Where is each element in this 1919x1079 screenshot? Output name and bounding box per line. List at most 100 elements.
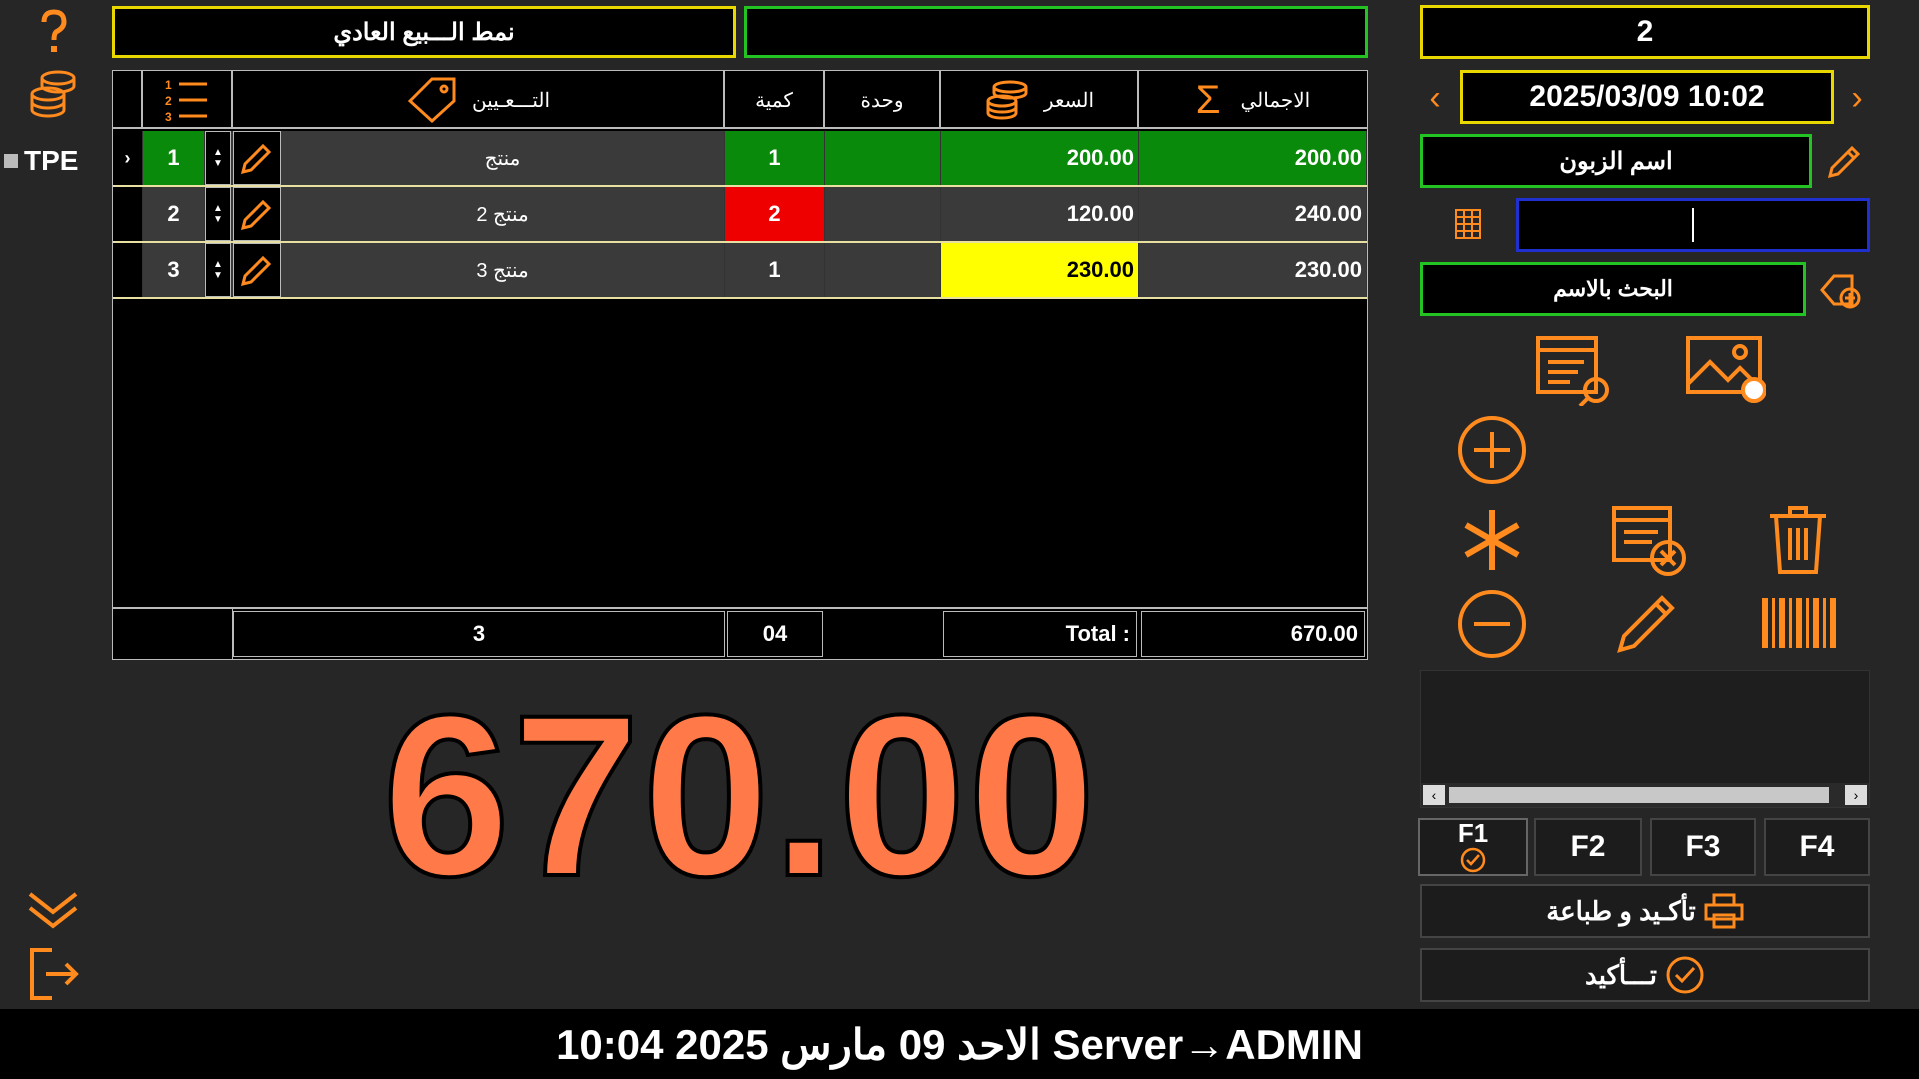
confirm-print-label: تأكـيد و طباعة — [1546, 895, 1696, 926]
tpe-checkbox[interactable] — [4, 154, 18, 168]
header-total-label: الاجمالي — [1240, 89, 1311, 112]
row-designation: منتج 2 — [281, 187, 725, 241]
minus-circle-icon[interactable] — [1456, 588, 1528, 660]
fkey-f3-label: F3 — [1685, 830, 1721, 863]
coins-icon — [986, 80, 1028, 120]
horizontal-scrollbar[interactable]: ‹ › — [1421, 783, 1869, 807]
printer-icon — [1704, 893, 1744, 929]
row-edit-button[interactable] — [233, 243, 281, 297]
tpe-toggle[interactable]: TPE — [4, 145, 78, 176]
footer-total-label: Total : — [943, 611, 1137, 657]
table-row[interactable]: 3 ▲ ▼ منتج 3 1 230.00 230.00 — [113, 243, 1367, 299]
row-edit-button[interactable] — [233, 131, 281, 185]
sigma-icon: Σ — [1195, 77, 1221, 122]
fkey-f1-label: F1 — [1457, 818, 1489, 848]
scroll-thumb[interactable] — [1449, 787, 1829, 803]
search-list-icon[interactable] — [1534, 334, 1614, 406]
row-price[interactable]: 230.00 — [941, 243, 1139, 297]
help-icon[interactable] — [34, 8, 74, 56]
svg-text:3: 3 — [165, 110, 172, 124]
row-price[interactable]: 200.00 — [941, 131, 1139, 185]
footer-qty-sum: 04 — [727, 611, 823, 657]
order-table[interactable]: 123 التـــعـيين كمية وحدة السعر Σ الاجما… — [112, 70, 1368, 660]
stepper-down-icon[interactable]: ▼ — [213, 270, 223, 281]
row-qty[interactable]: 1 — [725, 131, 825, 185]
svg-text:1: 1 — [165, 78, 172, 92]
row-unit — [825, 187, 941, 241]
customer-name-label: اسم الزبون — [1559, 147, 1673, 175]
pencil-icon — [240, 199, 272, 231]
edit-customer-icon[interactable] — [1822, 140, 1866, 184]
table-row[interactable]: 2 ▲ ▼ منتج 2 2 120.00 240.00 — [113, 187, 1367, 243]
confirm-print-button[interactable]: تأكـيد و طباعة — [1420, 884, 1870, 938]
stepper-down-icon[interactable]: ▼ — [213, 158, 223, 169]
barcode-icon[interactable] — [1760, 596, 1838, 650]
search-by-name-label: البحث بالاسم — [1553, 276, 1673, 301]
exit-icon[interactable] — [28, 946, 80, 1002]
asterisk-icon[interactable] — [1456, 504, 1528, 576]
row-unit — [825, 243, 941, 297]
row-price[interactable]: 120.00 — [941, 187, 1139, 241]
row-selector[interactable]: › — [113, 131, 143, 185]
code-input[interactable] — [1516, 198, 1870, 252]
tag-icon — [407, 77, 456, 123]
row-qty[interactable]: 1 — [725, 243, 825, 297]
row-selector[interactable] — [113, 187, 143, 241]
row-unit — [825, 131, 941, 185]
row-selector[interactable] — [113, 243, 143, 297]
row-designation: منتج — [281, 131, 725, 185]
scroll-left-icon[interactable]: ‹ — [1423, 785, 1445, 805]
chevron-double-down-icon[interactable] — [26, 888, 80, 932]
stepper-down-icon[interactable]: ▼ — [213, 214, 223, 225]
header-row-selector — [113, 71, 143, 129]
stepper-up-icon[interactable]: ▲ — [213, 259, 223, 270]
row-total: 230.00 — [1139, 243, 1367, 297]
fkey-f3[interactable]: F3 — [1650, 818, 1756, 876]
row-total: 200.00 — [1139, 131, 1367, 185]
text-cursor — [1692, 208, 1694, 242]
image-search-icon[interactable] — [1684, 334, 1766, 406]
cancel-list-icon[interactable] — [1610, 504, 1690, 580]
row-stepper[interactable]: ▲ ▼ — [205, 131, 231, 185]
header-unit: وحدة — [825, 71, 941, 129]
confirm-button[interactable]: تـــأكيد — [1420, 948, 1870, 1002]
numbered-list-icon: 1 2 3 — [165, 78, 207, 124]
fkey-f4-label: F4 — [1799, 830, 1835, 863]
favorites-panel[interactable]: ‹ › — [1420, 670, 1870, 808]
status-text: 10:04 2025 الاحد 09 مارس Server→ADMIN — [556, 1020, 1363, 1068]
header-qty-label: كمية — [755, 89, 793, 112]
search-by-name-field[interactable]: البحث بالاسم — [1420, 262, 1806, 316]
ticket-number-display: 2 — [1420, 5, 1870, 59]
fkey-f2[interactable]: F2 — [1534, 818, 1642, 876]
footer-total-value: 670.00 — [1141, 611, 1365, 657]
header-numbering: 1 2 3 — [143, 71, 233, 129]
fkey-f4[interactable]: F4 — [1764, 818, 1870, 876]
sale-mode-display: نمط الـــبيع العادي — [112, 6, 736, 58]
row-stepper[interactable]: ▲ ▼ — [205, 187, 231, 241]
edit-pencil-icon[interactable] — [1612, 588, 1682, 658]
row-edit-button[interactable] — [233, 187, 281, 241]
fkey-f1[interactable]: F1 — [1418, 818, 1528, 876]
table-row[interactable]: › 1 ▲ ▼ منتج 1 200.00 200.00 — [113, 131, 1367, 187]
prev-arrow-icon[interactable]: ‹ — [1420, 74, 1450, 122]
datetime-display[interactable]: 2025/03/09 10:02 — [1460, 70, 1834, 124]
header-designation-label: التـــعـيين — [471, 89, 551, 112]
add-circle-icon[interactable] — [1456, 414, 1528, 486]
coins-icon[interactable] — [28, 68, 80, 120]
scroll-right-icon[interactable]: › — [1845, 785, 1867, 805]
add-tag-icon[interactable] — [1818, 268, 1864, 312]
trash-icon[interactable] — [1766, 504, 1830, 576]
row-designation: منتج 3 — [281, 243, 725, 297]
customer-name-field[interactable]: اسم الزبون — [1420, 134, 1812, 188]
header-qty: كمية — [725, 71, 825, 129]
row-number: 1 — [143, 131, 205, 185]
row-stepper[interactable]: ▲ ▼ — [205, 243, 231, 297]
pencil-icon — [240, 143, 272, 175]
fkey-f2-label: F2 — [1570, 830, 1606, 863]
grand-total-display: 670.00 — [380, 665, 1098, 926]
stepper-up-icon[interactable]: ▲ — [213, 203, 223, 214]
next-arrow-icon[interactable]: › — [1842, 74, 1872, 122]
row-number: 3 — [143, 243, 205, 297]
row-qty[interactable]: 2 — [725, 187, 825, 241]
stepper-up-icon[interactable]: ▲ — [213, 147, 223, 158]
